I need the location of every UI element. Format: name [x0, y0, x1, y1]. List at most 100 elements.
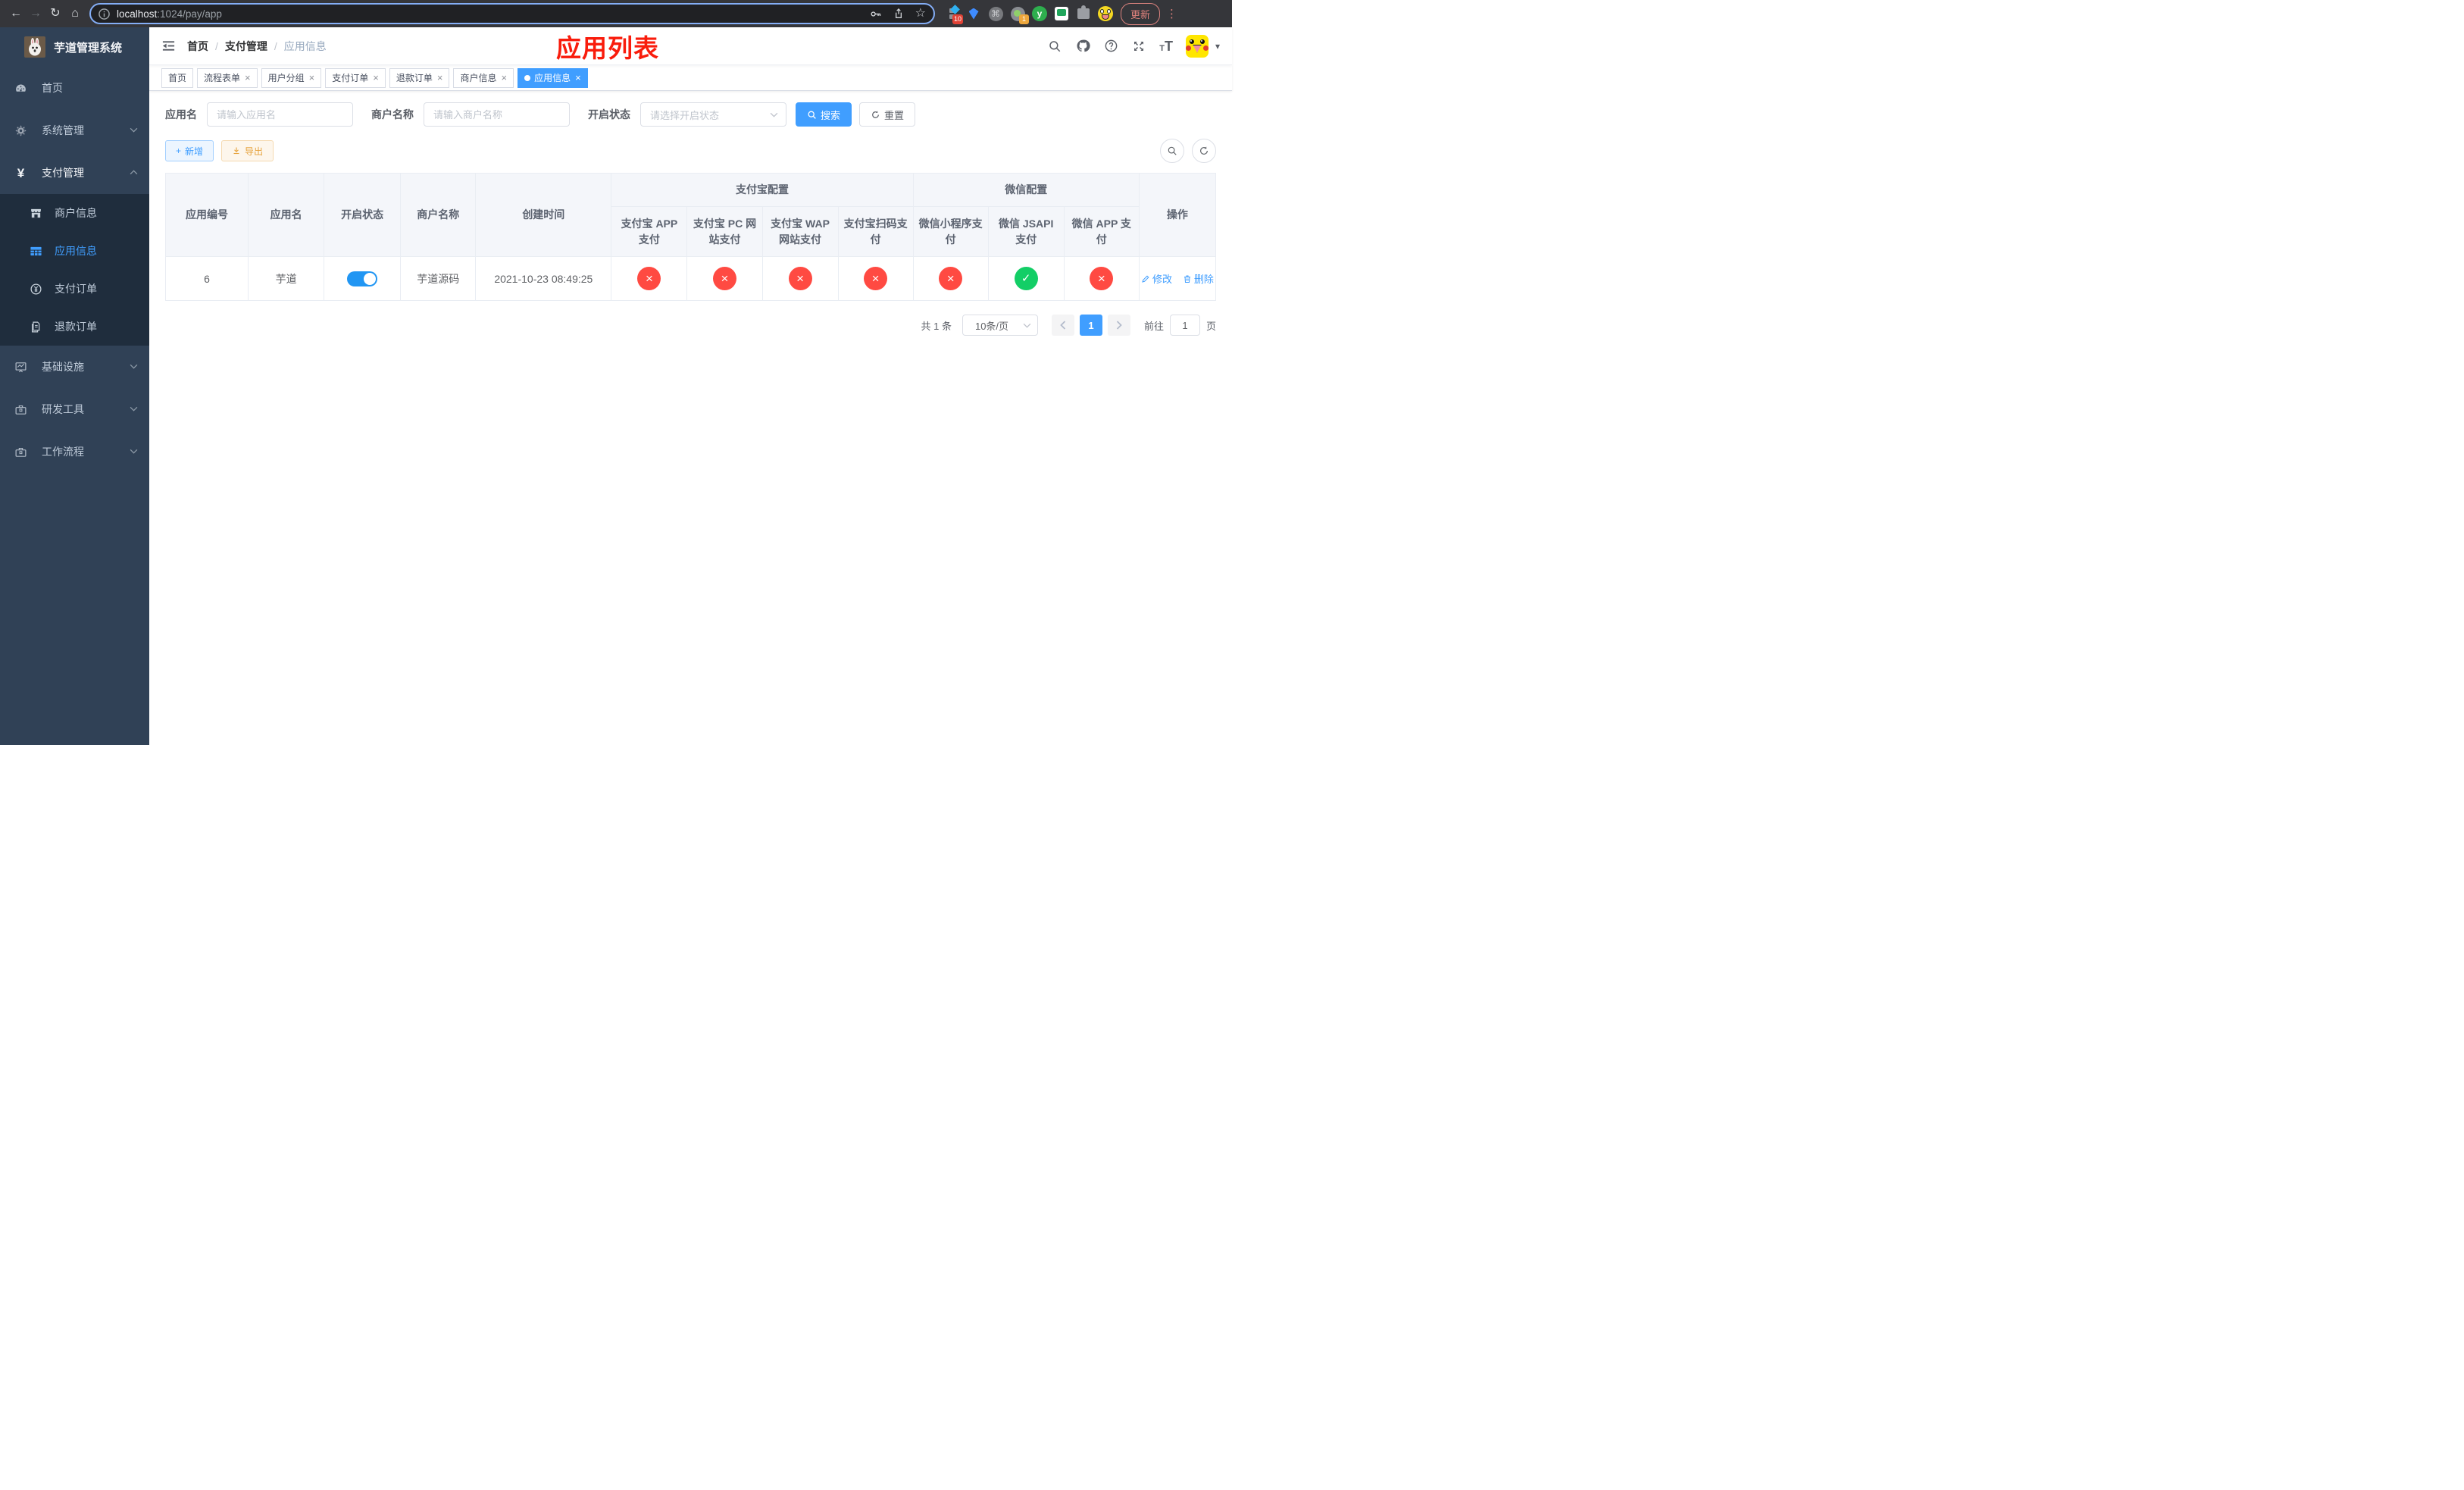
user-avatar[interactable]: [1185, 34, 1209, 58]
extension-emoji-icon[interactable]: [1098, 6, 1113, 21]
breadcrumb-home[interactable]: 首页: [187, 39, 208, 54]
cell-actions: 修改 删除: [1138, 256, 1217, 301]
extension-recorder-icon[interactable]: 1: [1010, 6, 1029, 24]
sidebar-item-merchant-info[interactable]: 商户信息: [0, 194, 149, 232]
browser-menu-icon[interactable]: ⋮: [1160, 7, 1181, 20]
extension-y-icon[interactable]: y: [1032, 6, 1047, 21]
tab-app-info[interactable]: 应用信息 ×: [518, 67, 588, 88]
url-bar[interactable]: localhost:1024/pay/app ☆: [89, 3, 935, 24]
chevron-right-icon: [1116, 321, 1122, 330]
sidebar-item-payment[interactable]: ¥ 支付管理: [0, 152, 149, 194]
browser-back-icon[interactable]: ←: [6, 0, 26, 27]
goto-page-input[interactable]: [1169, 315, 1200, 336]
tab-process-form[interactable]: 流程表单 ×: [197, 67, 258, 88]
extension-badge: 10: [952, 14, 963, 24]
status-select[interactable]: 请选择开启状态: [640, 102, 786, 127]
extension-chat-icon[interactable]: [1054, 6, 1069, 21]
search-icon[interactable]: [1047, 39, 1062, 54]
bookmark-star-icon[interactable]: ☆: [915, 8, 926, 20]
tab-refund-orders[interactable]: 退款订单 ×: [389, 67, 450, 88]
avatar-caret-icon[interactable]: ▾: [1215, 41, 1220, 52]
enabled-switch[interactable]: [347, 271, 378, 286]
filter-form: 应用名 商户名称 开启状态 请选择开启状态 搜索 重置: [165, 102, 1216, 127]
close-icon[interactable]: ×: [309, 73, 315, 83]
close-icon[interactable]: ×: [245, 73, 251, 83]
sidebar-item-app-info[interactable]: 应用信息: [0, 232, 149, 270]
tab-merchant-info[interactable]: 商户信息 ×: [453, 67, 514, 88]
sidebar-item-refund-orders[interactable]: 退款订单: [0, 308, 149, 346]
gear-icon: [14, 124, 27, 137]
app-name-input[interactable]: [207, 102, 353, 127]
pagination: 共 1 条 10条/页 1 前往 页: [165, 315, 1216, 336]
tab-payment-orders[interactable]: 支付订单 ×: [325, 67, 386, 88]
navbar-actions: TT ▾: [1047, 34, 1220, 58]
edit-link[interactable]: 修改: [1141, 271, 1172, 286]
page-size-select[interactable]: 10条/页: [962, 315, 1038, 336]
github-icon[interactable]: [1075, 39, 1090, 54]
fullscreen-icon[interactable]: [1131, 39, 1146, 54]
download-icon: [233, 147, 239, 155]
share-icon[interactable]: [893, 8, 905, 20]
search-button[interactable]: 搜索: [796, 102, 852, 127]
cell-status: ×: [837, 256, 914, 301]
sidebar-collapse-icon[interactable]: [161, 39, 176, 53]
prev-page-button[interactable]: [1051, 315, 1074, 336]
active-dot: [524, 74, 531, 81]
browser-forward-icon[interactable]: →: [26, 0, 45, 27]
sidebar-item-label: 系统管理: [42, 124, 84, 136]
refresh-table-button[interactable]: [1192, 139, 1216, 163]
delete-link[interactable]: 删除: [1183, 271, 1214, 286]
extensions-area: 10 ⌘ 1 y: [944, 5, 1113, 24]
top-navbar: 首页 / 支付管理 / 应用信息 应用列表 T T ▾: [149, 27, 1232, 65]
sidebar-item-infrastructure[interactable]: 基础设施: [0, 346, 149, 388]
sidebar-item-workflow[interactable]: 工作流程: [0, 430, 149, 473]
extension-wallet-icon[interactable]: 10: [944, 5, 963, 24]
url-text[interactable]: localhost:1024/pay/app: [117, 8, 869, 20]
col-wx-mini: 微信小程序支付: [912, 206, 989, 257]
tab-home[interactable]: 首页: [161, 67, 194, 88]
add-button[interactable]: + 新增: [165, 140, 214, 161]
browser-home-icon[interactable]: ⌂: [65, 0, 85, 27]
extension-gem-icon[interactable]: [966, 6, 981, 21]
extension-badge: 1: [1019, 14, 1029, 24]
col-alipay-pc: 支付宝 PC 网站支付: [686, 206, 763, 257]
page-number-button[interactable]: 1: [1079, 315, 1102, 336]
merchant-name-input[interactable]: [424, 102, 570, 127]
help-icon[interactable]: [1103, 39, 1118, 54]
status-icon: ×: [637, 267, 661, 290]
page-unit-label: 页: [1205, 320, 1216, 332]
font-size-icon[interactable]: TT: [1159, 39, 1173, 53]
refresh-icon: [1200, 146, 1208, 155]
sidebar-item-home[interactable]: 首页: [0, 67, 149, 109]
storefront-icon: [30, 207, 42, 220]
sidebar-item-payment-orders[interactable]: 支付订单: [0, 270, 149, 308]
browser-update-button[interactable]: 更新: [1121, 2, 1161, 25]
close-icon[interactable]: ×: [373, 73, 379, 83]
tab-user-group[interactable]: 用户分组 ×: [261, 67, 322, 88]
sidebar: 芋道管理系统 首页 系统管理 ¥ 支付管理 商户信息 应用信息 支付订单 退款订…: [0, 27, 149, 745]
site-info-icon[interactable]: [98, 8, 110, 20]
col-actions: 操作: [1138, 173, 1217, 257]
cell-app-name: 芋道: [248, 256, 325, 301]
password-key-icon[interactable]: [869, 8, 882, 20]
breadcrumb-payment[interactable]: 支付管理: [225, 39, 267, 54]
sidebar-item-dev-tools[interactable]: 研发工具: [0, 388, 149, 430]
toggle-search-button[interactable]: [1160, 139, 1184, 163]
chevron-down-icon: [130, 449, 138, 454]
close-icon[interactable]: ×: [501, 73, 507, 83]
extensions-puzzle-icon[interactable]: [1076, 5, 1091, 21]
next-page-button[interactable]: [1107, 315, 1130, 336]
close-icon[interactable]: ×: [437, 73, 443, 83]
reset-button[interactable]: 重置: [859, 102, 916, 127]
col-app-id: 应用编号: [164, 173, 249, 257]
browser-reload-icon[interactable]: ↻: [45, 0, 65, 27]
cell-status: ×: [611, 256, 688, 301]
sidebar-logo[interactable]: 芋道管理系统: [0, 27, 149, 67]
export-button[interactable]: 导出: [221, 140, 274, 161]
close-icon[interactable]: ×: [575, 73, 581, 83]
extension-command-icon[interactable]: ⌘: [988, 6, 1003, 21]
chevron-down-icon: [1023, 323, 1031, 328]
sidebar-item-label: 工作流程: [42, 446, 84, 458]
sidebar-item-system[interactable]: 系统管理: [0, 109, 149, 152]
chevron-down-icon: [130, 406, 138, 412]
